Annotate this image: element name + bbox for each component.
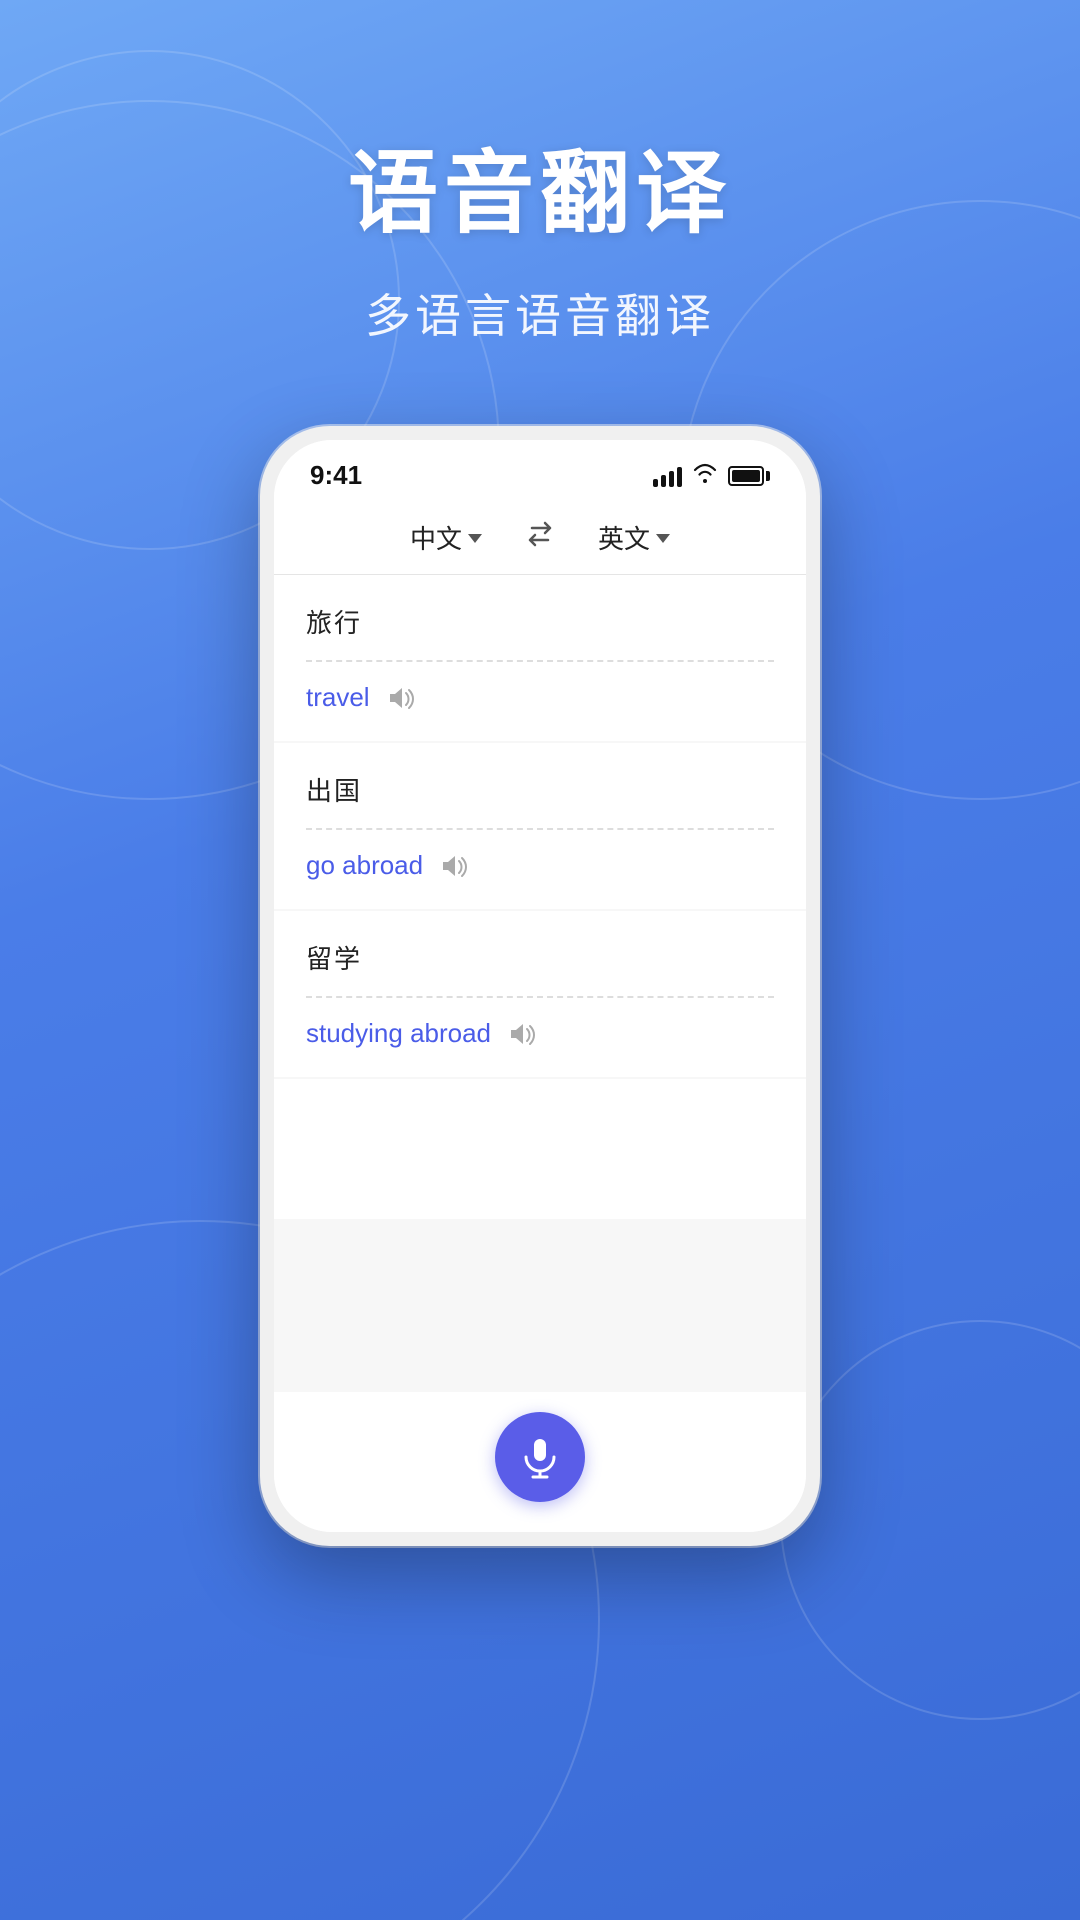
speaker-button-2[interactable] (439, 853, 469, 879)
mic-button[interactable] (495, 1412, 585, 1502)
source-text-3: 留学 (306, 939, 774, 976)
phone-inner: 9:41 (274, 440, 806, 1532)
source-text-1: 旅行 (306, 603, 774, 640)
translation-item-3: 留学 studying abroad (274, 911, 806, 1077)
target-lang-selector[interactable]: 英文 (598, 519, 670, 556)
mic-bar (274, 1392, 806, 1532)
divider-3 (306, 996, 774, 998)
speaker-button-1[interactable] (386, 685, 416, 711)
divider-2 (306, 828, 774, 830)
source-lang-label: 中文 (410, 519, 462, 556)
wifi-icon (692, 463, 718, 489)
source-text-2: 出国 (306, 771, 774, 808)
sub-title: 多语言语音翻译 (348, 280, 732, 346)
signal-icon (653, 465, 682, 487)
main-title: 语音翻译 (348, 120, 732, 250)
translated-row-3: studying abroad (306, 1018, 774, 1049)
speaker-button-3[interactable] (507, 1021, 537, 1047)
status-bar: 9:41 (274, 440, 806, 501)
translated-row-1: travel (306, 682, 774, 713)
source-lang-arrow-icon (468, 534, 482, 543)
battery-icon (728, 466, 770, 486)
language-bar[interactable]: 中文 英文 (274, 501, 806, 575)
status-time: 9:41 (310, 460, 362, 491)
source-lang-selector[interactable]: 中文 (410, 519, 482, 556)
empty-area (274, 1079, 806, 1219)
translated-row-2: go abroad (306, 850, 774, 881)
translation-item-2: 出国 go abroad (274, 743, 806, 909)
translated-text-2: go abroad (306, 850, 423, 881)
translated-text-1: travel (306, 682, 370, 713)
target-lang-label: 英文 (598, 519, 650, 556)
translation-item-1: 旅行 travel (274, 575, 806, 741)
target-lang-arrow-icon (656, 534, 670, 543)
translated-text-3: studying abroad (306, 1018, 491, 1049)
header-section: 语音翻译 多语言语音翻译 (348, 120, 732, 346)
status-icons (653, 463, 770, 489)
phone-mockup: 9:41 (260, 426, 820, 1546)
divider-1 (306, 660, 774, 662)
swap-languages-button[interactable] (522, 520, 558, 555)
translation-list: 旅行 travel 出国 (274, 575, 806, 1392)
